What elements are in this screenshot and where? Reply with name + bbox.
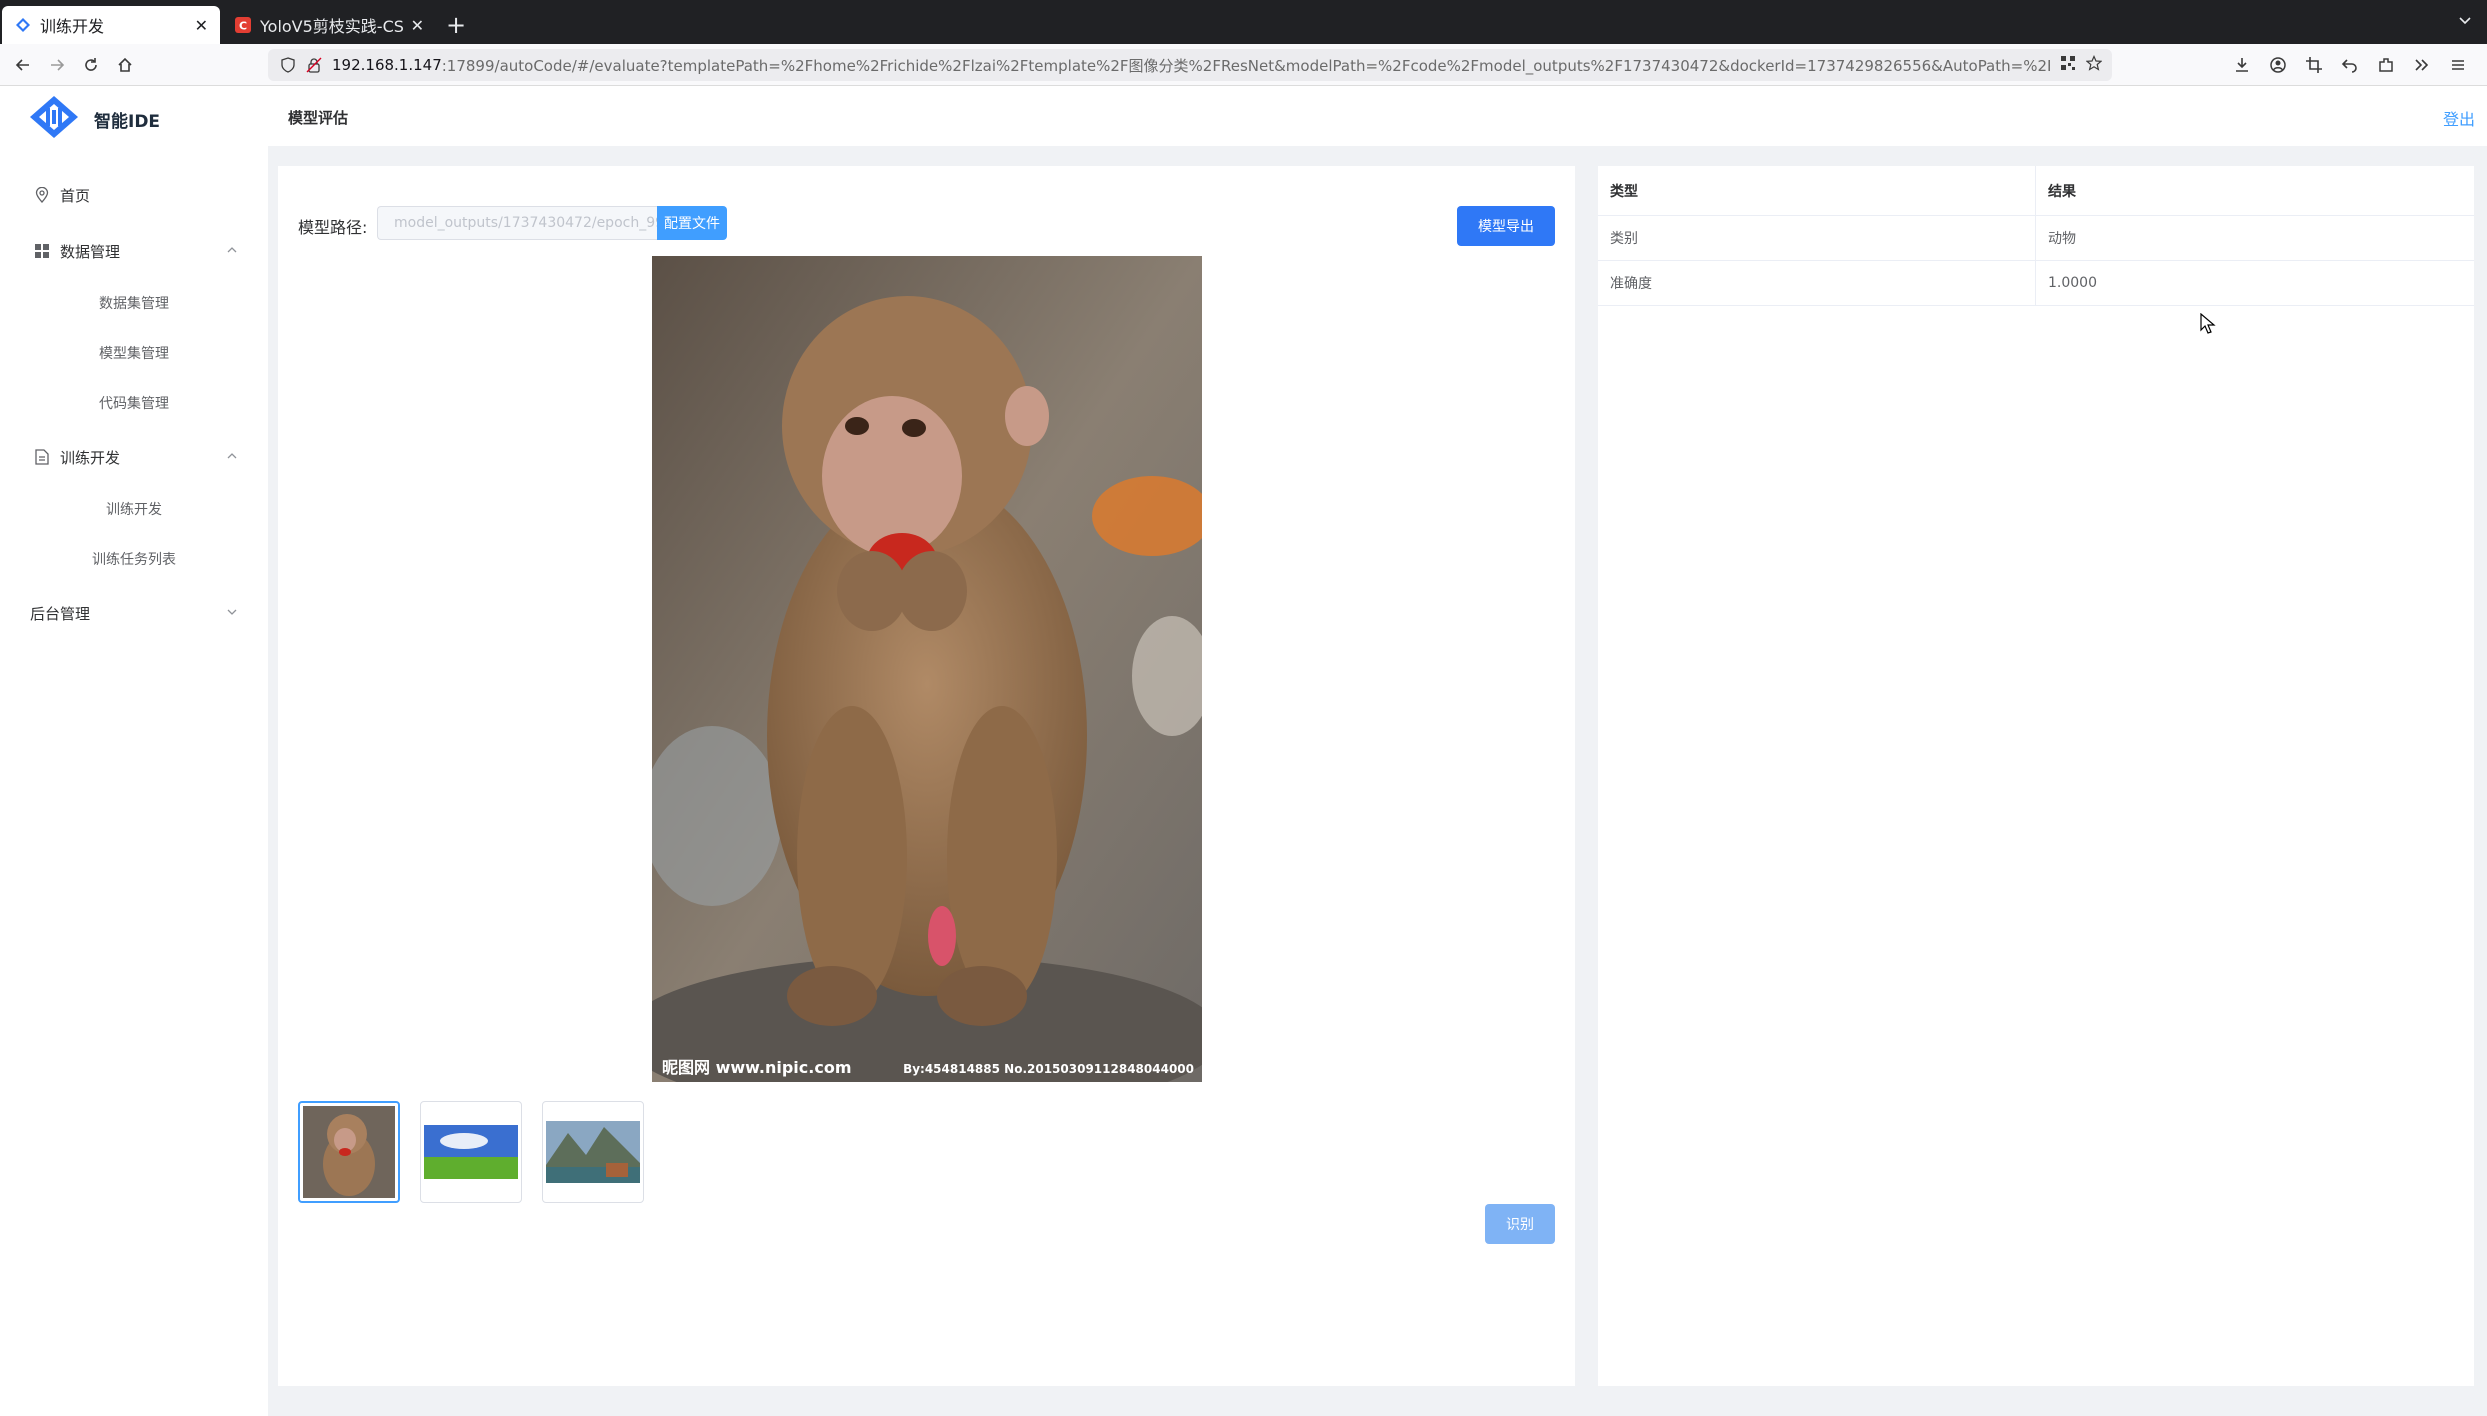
results-table: 类型 结果 类别 动物 准确度 1.0000	[1598, 166, 2474, 306]
sidebar-item-train-dev-sub[interactable]: 训练开发	[0, 489, 268, 529]
table-row: 准确度 1.0000	[1598, 261, 2474, 306]
screenshot-crop-icon[interactable]	[2297, 48, 2331, 82]
model-export-button[interactable]: 模型导出	[1457, 206, 1555, 246]
tab-title: 训练开发	[40, 17, 105, 36]
sidebar-item-model-mgmt[interactable]: 模型集管理	[0, 333, 268, 373]
logo-text: 智能IDE	[94, 111, 161, 132]
logo-icon	[28, 94, 80, 144]
url-host: 192.168.1.147	[332, 56, 442, 74]
csdn-favicon-icon: C	[234, 16, 252, 34]
reload-icon[interactable]	[74, 48, 108, 82]
shield-icon[interactable]	[280, 57, 296, 73]
watermark-right: By:454814885 No.20150309112848044000	[903, 1062, 1194, 1076]
svg-text:C: C	[239, 20, 247, 33]
insecure-lock-icon[interactable]	[306, 57, 322, 73]
sidebar: 智能IDE 首页 数据管理 数据集管理 模型集管理 代码集管理 训练开发 训练开…	[0, 86, 268, 1416]
tab-title: YoloV5剪枝实践-CSDN博	[260, 17, 405, 36]
chevron-down-icon	[226, 606, 238, 621]
close-tab-icon[interactable]: ✕	[411, 16, 424, 35]
page-title: 模型评估	[288, 109, 349, 127]
cell-type: 类别	[1598, 216, 2036, 260]
column-header-result: 结果	[2048, 183, 2076, 200]
grassland-sky-thumbnail	[424, 1105, 518, 1199]
address-bar[interactable]: 192.168.1.147 :17899/autoCode/#/evaluate…	[268, 49, 2112, 81]
sidebar-item-label: 首页	[60, 186, 91, 205]
browser-tab-bar: 训练开发 ✕ C YoloV5剪枝实践-CSDN博 ✕ +	[0, 0, 2487, 44]
thumbnail-mountain-lake[interactable]	[542, 1101, 644, 1203]
config-file-button[interactable]: 配置文件	[657, 206, 727, 240]
qr-code-icon[interactable]	[2060, 55, 2076, 75]
cell-result: 1.0000	[2048, 275, 2097, 291]
extensions-icon[interactable]	[2369, 48, 2403, 82]
thumbnail-monkey[interactable]	[298, 1101, 400, 1203]
recognize-button[interactable]: 识别	[1485, 1204, 1555, 1244]
column-header-type: 类型	[1598, 166, 2036, 215]
model-path-label: 模型路径:	[298, 218, 368, 237]
cell-type: 准确度	[1598, 261, 2036, 305]
cell-result: 动物	[2048, 231, 2076, 247]
table-row: 类别 动物	[1598, 216, 2474, 261]
sidebar-item-data-mgmt[interactable]: 数据管理	[0, 231, 268, 271]
sidebar-item-code-mgmt[interactable]: 代码集管理	[0, 383, 268, 423]
model-path-input[interactable]: model_outputs/1737430472/epoch_99.pth	[377, 206, 657, 240]
sidebar-item-label: 数据管理	[60, 242, 121, 261]
sidebar-item-dataset-mgmt[interactable]: 数据集管理	[0, 283, 268, 323]
evaluate-panel: 模型路径: model_outputs/1737430472/epoch_99.…	[278, 166, 1575, 1386]
tab-csdn[interactable]: C YoloV5剪枝实践-CSDN博 ✕	[222, 6, 436, 44]
logout-link[interactable]: 登出	[2443, 106, 2475, 130]
app-logo[interactable]: 智能IDE	[28, 94, 160, 144]
tab-list-chevron-icon[interactable]	[2457, 12, 2473, 32]
sidebar-item-admin[interactable]: 后台管理	[0, 593, 268, 633]
grid-icon	[34, 243, 50, 259]
watermark-left: 昵图网 www.nipic.com	[662, 1058, 852, 1077]
bookmark-star-icon[interactable]	[2085, 55, 2103, 75]
mouse-pointer-icon	[2200, 312, 2216, 339]
tab-training-dev[interactable]: 训练开发 ✕	[2, 6, 220, 44]
monkey-photo	[652, 256, 1202, 1082]
monkey-thumbnail	[303, 1106, 395, 1198]
sidebar-item-train-task-list[interactable]: 训练任务列表	[0, 539, 268, 579]
account-icon[interactable]	[2261, 48, 2295, 82]
sidebar-item-home[interactable]: 首页	[0, 175, 268, 215]
chevron-up-icon	[226, 244, 238, 259]
mountain-lake-thumbnail	[546, 1105, 640, 1199]
back-icon[interactable]	[6, 48, 40, 82]
close-tab-icon[interactable]: ✕	[195, 16, 208, 35]
forward-icon[interactable]	[40, 48, 74, 82]
table-header-row: 类型 结果	[1598, 166, 2474, 216]
location-pin-icon	[34, 187, 50, 203]
preview-image: 昵图网 www.nipic.com By:454814885 No.201503…	[652, 256, 1202, 1082]
overflow-chevrons-icon[interactable]	[2405, 48, 2439, 82]
hamburger-menu-icon[interactable]	[2441, 48, 2475, 82]
url-path: :17899/autoCode/#/evaluate?templatePath=…	[441, 56, 2050, 75]
browser-nav-bar: 192.168.1.147 :17899/autoCode/#/evaluate…	[0, 44, 2487, 86]
app-favicon-icon	[14, 16, 32, 34]
download-icon[interactable]	[2225, 48, 2259, 82]
sidebar-item-label: 后台管理	[30, 604, 91, 623]
sidebar-item-label: 训练开发	[60, 448, 121, 467]
new-tab-button[interactable]: +	[436, 6, 476, 44]
results-panel: 类型 结果 类别 动物 准确度 1.0000	[1598, 166, 2474, 1386]
chevron-up-icon	[226, 450, 238, 465]
document-icon	[34, 449, 50, 465]
undo-arrow-icon[interactable]	[2333, 48, 2367, 82]
app-header: 模型评估 登出	[268, 86, 2487, 146]
sidebar-item-train-dev[interactable]: 训练开发	[0, 437, 268, 477]
thumbnail-grassland[interactable]	[420, 1101, 522, 1203]
home-icon[interactable]	[108, 48, 142, 82]
